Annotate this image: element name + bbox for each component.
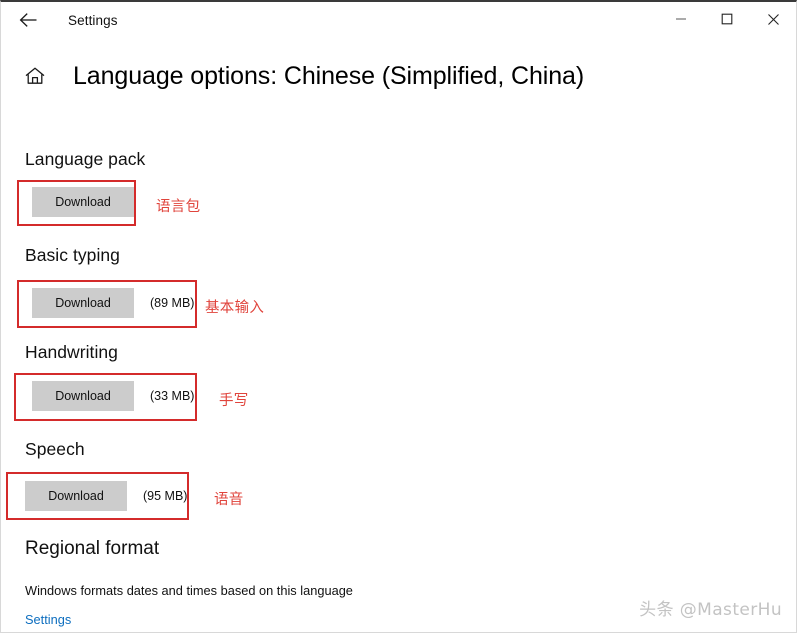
- download-button-handwriting[interactable]: Download: [32, 381, 134, 411]
- download-row-handwriting: Download (33 MB): [32, 381, 194, 411]
- section-heading-handwriting: Handwriting: [25, 342, 118, 362]
- download-size-basic-typing: (89 MB): [150, 296, 195, 310]
- section-heading-basic-typing: Basic typing: [25, 245, 120, 265]
- download-button-speech[interactable]: Download: [25, 481, 127, 511]
- settings-window: Settings Language options: Chinese (Simp…: [0, 0, 797, 633]
- section-heading-language-pack: Language pack: [25, 149, 146, 169]
- home-button[interactable]: [17, 58, 53, 94]
- content-area: Language pack Download 语言包 Basic typing …: [1, 98, 796, 634]
- regional-format-description: Windows formats dates and times based on…: [25, 583, 353, 598]
- download-row-basic-typing: Download (89 MB): [32, 288, 194, 318]
- watermark: 头条 @MasterHu: [639, 600, 782, 620]
- annotation-label-basic-typing: 基本输入: [205, 300, 265, 316]
- download-size-speech: (95 MB): [143, 489, 188, 503]
- annotation-label-handwriting: 手写: [219, 393, 249, 409]
- page-header: Language options: Chinese (Simplified, C…: [1, 54, 584, 98]
- back-button[interactable]: [8, 4, 50, 36]
- section-heading-speech: Speech: [25, 439, 85, 459]
- page-title: Language options: Chinese (Simplified, C…: [73, 61, 585, 90]
- back-arrow-icon: [19, 13, 37, 27]
- close-icon: [767, 13, 779, 25]
- close-button[interactable]: [750, 2, 796, 36]
- download-size-handwriting: (33 MB): [150, 389, 195, 403]
- maximize-button[interactable]: [704, 2, 750, 36]
- caption-button-group: [658, 2, 796, 36]
- section-heading-regional-format: Regional format: [25, 538, 160, 559]
- minimize-icon: [676, 18, 686, 20]
- annotation-label-speech: 语音: [214, 492, 244, 508]
- maximize-icon: [721, 13, 733, 25]
- download-button-basic-typing[interactable]: Download: [32, 288, 134, 318]
- annotation-label-language-pack: 语言包: [156, 199, 201, 215]
- window-title: Settings: [68, 12, 118, 28]
- minimize-button[interactable]: [658, 2, 704, 36]
- download-row-speech: Download (95 MB): [25, 481, 187, 511]
- download-button-language-pack[interactable]: Download: [32, 187, 134, 217]
- home-icon: [25, 67, 45, 84]
- title-bar: Settings: [1, 2, 796, 38]
- regional-settings-link[interactable]: Settings: [25, 612, 71, 627]
- download-row-language-pack: Download: [32, 187, 134, 217]
